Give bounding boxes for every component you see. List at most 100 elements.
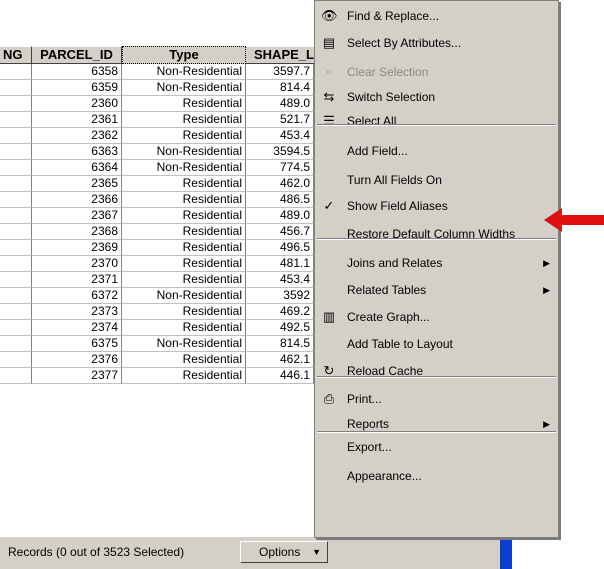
table-row[interactable]: 6363 Non-Residential 3594.5 [0,144,330,160]
parcel-id-cell[interactable]: 2368 [32,224,122,240]
type-cell[interactable]: Residential [122,304,246,320]
menu-item-clear-selection[interactable]: ▫ Clear Selection [315,60,558,84]
shape-length-cell[interactable]: 3594.5 [246,144,314,160]
ng-cell[interactable] [0,176,32,192]
ng-cell[interactable] [0,304,32,320]
menu-item-joins-and-relates[interactable]: Joins and Relates ▶ [315,251,558,275]
type-cell[interactable]: Residential [122,176,246,192]
ng-cell[interactable] [0,288,32,304]
shape-length-cell[interactable]: 462.1 [246,352,314,368]
table-row[interactable]: 2374 Residential 492.5 [0,320,330,336]
type-cell[interactable]: Non-Residential [122,144,246,160]
table-row[interactable]: 6364 Non-Residential 774.5 [0,160,330,176]
type-cell[interactable]: Non-Residential [122,160,246,176]
shape-length-cell[interactable]: 453.4 [246,272,314,288]
type-cell[interactable]: Non-Residential [122,80,246,96]
shape-length-cell[interactable]: 462.0 [246,176,314,192]
column-header-parcel-id[interactable]: PARCEL_ID [32,46,122,64]
parcel-id-cell[interactable]: 2373 [32,304,122,320]
table-row[interactable]: 2365 Residential 462.0 [0,176,330,192]
shape-length-cell[interactable]: 486.5 [246,192,314,208]
shape-length-cell[interactable]: 446.1 [246,368,314,384]
table-row[interactable]: 2360 Residential 489.0 [0,96,330,112]
ng-cell[interactable] [0,256,32,272]
shape-length-cell[interactable]: 774.5 [246,160,314,176]
type-cell[interactable]: Residential [122,192,246,208]
column-header-ng[interactable]: NG [0,46,32,64]
parcel-id-cell[interactable]: 2360 [32,96,122,112]
parcel-id-cell[interactable]: 6375 [32,336,122,352]
type-cell[interactable]: Residential [122,112,246,128]
table-row[interactable]: 2377 Residential 446.1 [0,368,330,384]
type-cell[interactable]: Non-Residential [122,336,246,352]
ng-cell[interactable] [0,352,32,368]
table-row[interactable]: 2371 Residential 453.4 [0,272,330,288]
parcel-id-cell[interactable]: 2376 [32,352,122,368]
parcel-id-cell[interactable]: 2367 [32,208,122,224]
menu-item-select-all[interactable]: ☰ Select All [315,109,558,133]
parcel-id-cell[interactable]: 6359 [32,80,122,96]
parcel-id-cell[interactable]: 2369 [32,240,122,256]
menu-item-create-graph[interactable]: ▥ Create Graph... [315,305,558,329]
table-row[interactable]: 2361 Residential 521.7 [0,112,330,128]
ng-cell[interactable] [0,272,32,288]
parcel-id-cell[interactable]: 2370 [32,256,122,272]
menu-item-show-field-aliases[interactable]: ✓ Show Field Aliases [315,194,558,218]
table-row[interactable]: 6375 Non-Residential 814.5 [0,336,330,352]
menu-item-appearance[interactable]: Appearance... [315,464,558,488]
menu-item-switch-selection[interactable]: ⇆ Switch Selection [315,85,558,109]
type-cell[interactable]: Non-Residential [122,288,246,304]
shape-length-cell[interactable]: 814.4 [246,80,314,96]
ng-cell[interactable] [0,208,32,224]
table-row[interactable]: 6358 Non-Residential 3597.7 [0,64,330,80]
ng-cell[interactable] [0,320,32,336]
table-row[interactable]: 2376 Residential 462.1 [0,352,330,368]
ng-cell[interactable] [0,144,32,160]
options-button[interactable]: Options ▼ [240,541,328,563]
table-row[interactable]: 2362 Residential 453.4 [0,128,330,144]
parcel-id-cell[interactable]: 2361 [32,112,122,128]
parcel-id-cell[interactable]: 2374 [32,320,122,336]
table-row[interactable]: 2370 Residential 481.1 [0,256,330,272]
shape-length-cell[interactable]: 489.0 [246,208,314,224]
column-header-shape-length[interactable]: SHAPE_L [246,46,314,64]
ng-cell[interactable] [0,64,32,80]
type-cell[interactable]: Residential [122,224,246,240]
shape-length-cell[interactable]: 492.5 [246,320,314,336]
shape-length-cell[interactable]: 453.4 [246,128,314,144]
menu-item-select-by-attributes[interactable]: ▤ Select By Attributes... [315,31,558,55]
menu-item-find-replace[interactable]: 👁 Find & Replace... [315,4,558,28]
shape-length-cell[interactable]: 496.5 [246,240,314,256]
shape-length-cell[interactable]: 3592 [246,288,314,304]
type-cell[interactable]: Residential [122,368,246,384]
menu-item-add-table-to-layout[interactable]: Add Table to Layout [315,332,558,356]
ng-cell[interactable] [0,112,32,128]
shape-length-cell[interactable]: 469.2 [246,304,314,320]
type-cell[interactable]: Residential [122,208,246,224]
parcel-id-cell[interactable]: 2366 [32,192,122,208]
type-cell[interactable]: Non-Residential [122,64,246,80]
menu-item-reload-cache[interactable]: ↻ Reload Cache [315,359,558,383]
shape-length-cell[interactable]: 456.7 [246,224,314,240]
table-row[interactable]: 2373 Residential 469.2 [0,304,330,320]
parcel-id-cell[interactable]: 2371 [32,272,122,288]
shape-length-cell[interactable]: 521.7 [246,112,314,128]
parcel-id-cell[interactable]: 6358 [32,64,122,80]
type-cell[interactable]: Residential [122,128,246,144]
table-row[interactable]: 2368 Residential 456.7 [0,224,330,240]
ng-cell[interactable] [0,128,32,144]
ng-cell[interactable] [0,240,32,256]
parcel-id-cell[interactable]: 6364 [32,160,122,176]
parcel-id-cell[interactable]: 6372 [32,288,122,304]
type-cell[interactable]: Residential [122,240,246,256]
shape-length-cell[interactable]: 489.0 [246,96,314,112]
table-row[interactable]: 2366 Residential 486.5 [0,192,330,208]
ng-cell[interactable] [0,192,32,208]
type-cell[interactable]: Residential [122,96,246,112]
shape-length-cell[interactable]: 814.5 [246,336,314,352]
menu-item-add-field[interactable]: Add Field... [315,139,558,163]
ng-cell[interactable] [0,336,32,352]
parcel-id-cell[interactable]: 2362 [32,128,122,144]
menu-item-export[interactable]: Export... [315,435,558,459]
menu-item-restore-default-column-widths[interactable]: Restore Default Column Widths [315,222,558,246]
